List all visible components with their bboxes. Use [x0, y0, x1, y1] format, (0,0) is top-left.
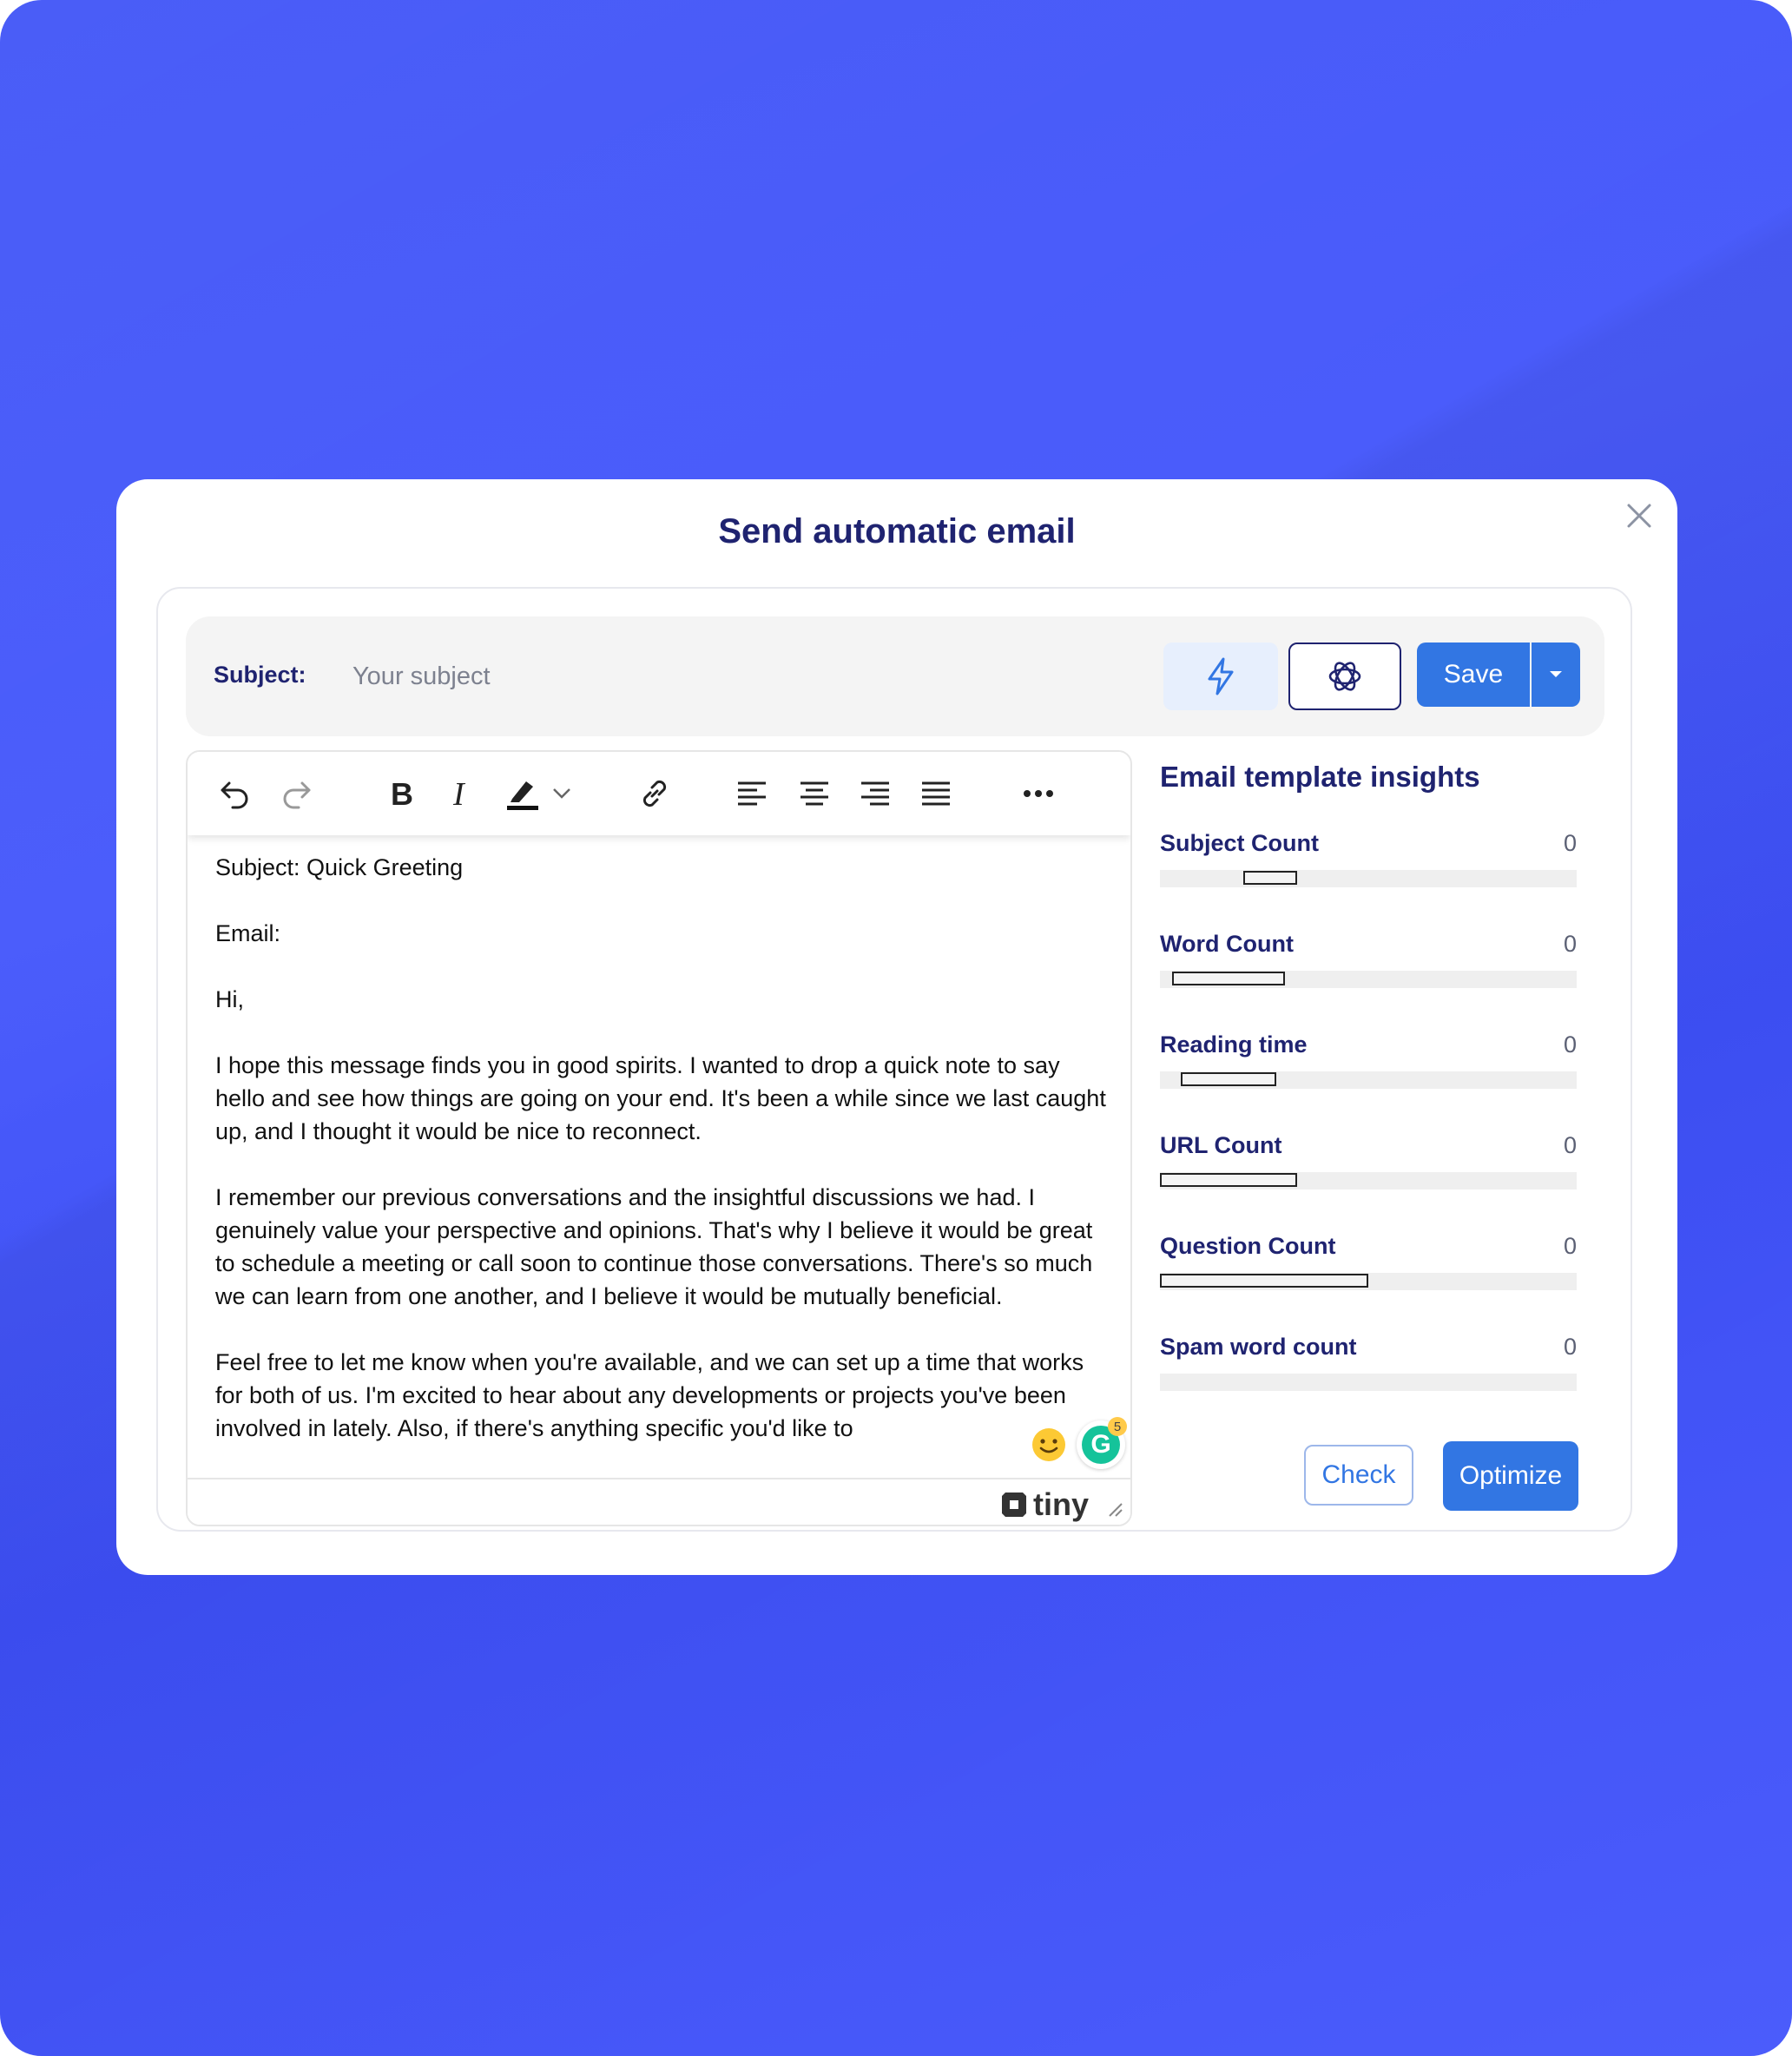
subject-bar: Subject: Save [186, 616, 1604, 736]
save-dropdown-button[interactable] [1532, 642, 1580, 707]
metric-bar [1160, 1172, 1577, 1189]
align-center-icon [800, 781, 828, 806]
insights-title: Email template insights [1160, 761, 1480, 793]
insight-metric: Subject Count 0 [1160, 830, 1577, 900]
ai-generate-button[interactable] [1288, 642, 1401, 710]
align-justify-button[interactable] [913, 771, 959, 816]
undo-icon [221, 781, 248, 809]
insight-metric: Question Count 0 [1160, 1233, 1577, 1302]
metric-range-marker [1172, 972, 1285, 985]
metric-range-marker [1181, 1072, 1277, 1086]
metric-value: 0 [1563, 1334, 1577, 1360]
metric-label: Spam word count [1160, 1334, 1357, 1360]
send-email-modal: Send automatic email Subject: Your subje… [116, 479, 1677, 1575]
metric-range-marker [1160, 1173, 1298, 1187]
save-button[interactable]: Save [1417, 642, 1530, 707]
caret-down-icon [1550, 671, 1562, 677]
modal-title: Send automatic email [718, 512, 1076, 550]
tiny-icon [1001, 1493, 1026, 1517]
metric-label: Subject Count [1160, 830, 1319, 856]
metric-bar [1160, 1273, 1577, 1290]
insight-metric: Word Count 0 [1160, 931, 1577, 1000]
paragraph: I hope this message finds you in good sp… [215, 1052, 1106, 1144]
paragraph: Subject: Quick Greeting [215, 854, 464, 880]
optimize-button[interactable]: Optimize [1443, 1441, 1578, 1511]
metric-range-marker [1243, 871, 1298, 885]
metric-value: 0 [1563, 830, 1577, 856]
highlight-button[interactable] [500, 771, 545, 816]
paragraph: Hi, [215, 986, 244, 1012]
bold-icon: B [391, 776, 413, 811]
align-center-button[interactable] [792, 771, 837, 816]
metric-bar [1160, 1374, 1577, 1391]
quick-action-button[interactable] [1163, 642, 1278, 710]
link-button[interactable] [632, 771, 677, 816]
italic-button[interactable]: I [438, 771, 483, 816]
svg-text:I: I [452, 776, 466, 811]
resize-icon [1109, 1503, 1123, 1517]
grammarly-badge: 5 [1108, 1417, 1127, 1436]
align-right-button[interactable] [853, 771, 898, 816]
editor-statusbar: tiny [188, 1478, 1130, 1525]
paragraph: Feel free to let me know when you're ava… [215, 1349, 1084, 1441]
openai-icon [1328, 662, 1361, 691]
insight-metric: URL Count 0 [1160, 1132, 1577, 1202]
check-button[interactable]: Check [1304, 1445, 1413, 1506]
paragraph: I remember our previous conversations an… [215, 1184, 1093, 1309]
grammarly-button[interactable]: G 5 [1077, 1417, 1127, 1469]
svg-text:B: B [391, 776, 413, 811]
align-justify-icon [922, 781, 950, 806]
rich-text-editor: B I Subject: Quick Greeting Email: Hi, I… [186, 750, 1132, 1526]
metric-bar [1160, 870, 1577, 887]
bold-button[interactable]: B [379, 771, 424, 816]
metric-label: URL Count [1160, 1132, 1282, 1158]
paragraph: Email: [215, 920, 281, 946]
redo-icon [283, 781, 311, 809]
highlight-icon [507, 781, 538, 810]
metric-bar [1160, 971, 1577, 988]
metric-value: 0 [1563, 1233, 1577, 1259]
insights-panel: Email template insights Subject Count 0 Wo… [1160, 750, 1578, 1514]
subject-label: Subject: [214, 662, 306, 688]
italic-icon: I [452, 776, 466, 811]
editor-toolbar: B I [188, 752, 1130, 835]
metric-label: Reading time [1160, 1031, 1308, 1058]
metric-label: Question Count [1160, 1233, 1336, 1259]
subject-input[interactable] [351, 651, 962, 702]
more-icon [1024, 790, 1053, 797]
undo-button[interactable] [212, 771, 257, 816]
tiny-brand-text: tiny [1032, 1486, 1089, 1522]
insight-metric: Spam word count 0 [1160, 1334, 1577, 1403]
lightning-bolt-icon [1208, 657, 1234, 695]
tiny-logo: tiny [1000, 1486, 1089, 1523]
metric-label: Word Count [1160, 931, 1294, 957]
emoji-button[interactable] [1030, 1426, 1068, 1464]
metric-range-marker [1160, 1274, 1368, 1288]
align-right-icon [861, 781, 889, 806]
highlight-dropdown[interactable] [547, 771, 576, 816]
align-left-button[interactable] [729, 771, 774, 816]
page-background: Send automatic email Subject: Your subje… [0, 0, 1792, 2056]
email-card: Subject: Save [156, 587, 1632, 1532]
more-button[interactable] [1016, 771, 1061, 816]
link-icon [642, 780, 667, 807]
resize-handle[interactable] [1106, 1500, 1123, 1522]
editor-content[interactable]: Subject: Quick Greeting Email: Hi, I hop… [215, 851, 1110, 1462]
redo-button[interactable] [274, 771, 320, 816]
insight-metric: Reading time 0 [1160, 1031, 1577, 1101]
metric-value: 0 [1563, 1132, 1577, 1158]
metric-bar [1160, 1071, 1577, 1089]
smiley-icon [1032, 1428, 1065, 1461]
metric-value: 0 [1563, 1031, 1577, 1058]
chevron-down-icon [553, 788, 570, 799]
metric-value: 0 [1563, 931, 1577, 957]
align-left-icon [738, 781, 766, 806]
